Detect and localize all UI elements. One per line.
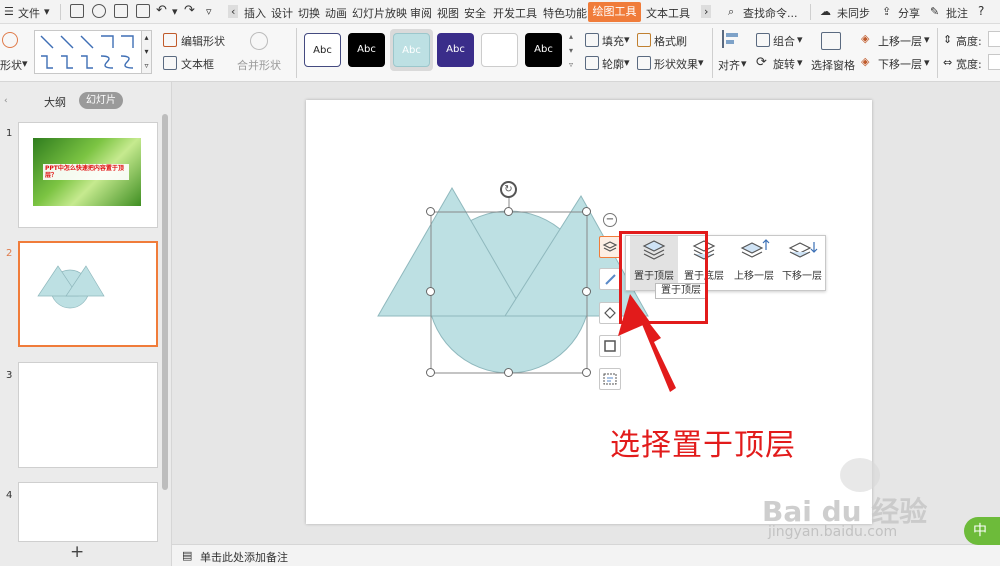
- notes-placeholder[interactable]: 单击此处添加备注: [200, 549, 288, 565]
- notes-icon[interactable]: ▤: [182, 549, 192, 562]
- paw-icon: [840, 458, 880, 492]
- watermark-url: jingyan.baidu.com: [768, 524, 898, 540]
- ime-indicator[interactable]: 中: [964, 517, 1000, 545]
- status-bar: ▤ 单击此处添加备注: [172, 544, 1000, 566]
- annotation-caption: 选择置于顶层: [610, 428, 796, 463]
